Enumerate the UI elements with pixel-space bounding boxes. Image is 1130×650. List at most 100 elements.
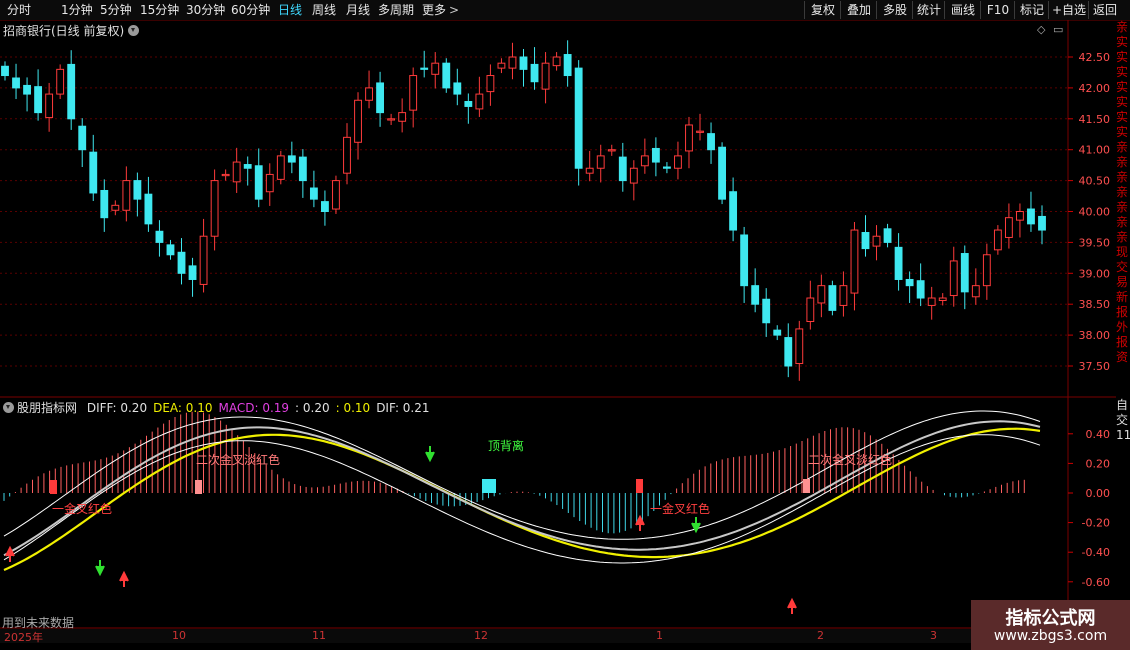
price-axis: 42.50 42.00 41.50 41.00 40.50 40.00 39.50 39.00… <box>1068 51 1110 373</box>
candle-body <box>685 124 693 152</box>
candle <box>806 280 815 330</box>
candle <box>552 52 561 71</box>
candle <box>254 148 263 208</box>
candle-body <box>332 180 340 210</box>
candle <box>828 280 837 316</box>
candle <box>144 176 153 232</box>
candle-body <box>398 112 407 122</box>
candle-body <box>640 155 649 167</box>
candle <box>618 142 627 192</box>
candle-body <box>309 187 318 200</box>
candle-body <box>662 166 671 169</box>
candle <box>1016 203 1024 238</box>
candle <box>850 222 859 311</box>
label-dif: DIF: 0.21 <box>376 401 430 415</box>
candle <box>519 48 528 87</box>
candle-body <box>188 265 197 280</box>
candle-body <box>166 244 175 256</box>
candle <box>839 271 848 317</box>
candle-body <box>298 156 307 182</box>
candle-body <box>420 67 429 70</box>
candle-body <box>519 56 528 70</box>
watermark-title: 指标公式网 <box>1005 608 1096 629</box>
candle-body <box>949 260 958 297</box>
candle-body <box>144 193 153 225</box>
candle <box>718 142 726 205</box>
candle <box>23 77 31 112</box>
label-diff: DIFF: 0.20 <box>86 401 148 415</box>
price-tick-label: 42.50 <box>1079 51 1111 64</box>
candle <box>89 134 98 201</box>
candle-body <box>365 87 373 101</box>
candle-body <box>210 180 219 237</box>
candle-body <box>784 337 793 367</box>
candle-body <box>23 84 31 95</box>
candle-body <box>122 180 131 211</box>
candle-body <box>839 285 848 306</box>
candle <box>530 47 539 90</box>
candle-body <box>762 298 771 324</box>
indicator-title[interactable]: 股朋指标网 DIFF: 0.20 DEA: 0.10 MACD: 0.19: 0.2… <box>3 399 436 416</box>
candle-body <box>475 93 484 110</box>
candle-body <box>387 118 396 121</box>
candle <box>365 70 373 109</box>
candle-body <box>155 230 164 243</box>
xaxis-label-10: 10 <box>172 629 186 642</box>
candle-body <box>321 201 329 212</box>
xaxis-label-2: 2 <box>817 629 824 642</box>
candle-body <box>254 165 263 200</box>
signal-block <box>803 479 810 493</box>
candle-body <box>1 65 9 77</box>
candle <box>905 271 914 303</box>
candle <box>155 220 164 257</box>
indicator-tick-label: 0.40 <box>1086 428 1111 441</box>
candle <box>773 325 782 341</box>
candle-body <box>585 167 594 174</box>
candle <box>321 190 329 226</box>
indicator-tick-label: -0.40 <box>1082 546 1110 559</box>
price-tick-label: 42.00 <box>1079 82 1111 95</box>
candle <box>662 162 671 174</box>
candle <box>541 52 550 104</box>
candle <box>993 225 1002 255</box>
candle <box>1027 191 1035 232</box>
candle-body <box>607 149 616 152</box>
annotation-golden-cross-2: 一金叉红色 <box>650 502 711 516</box>
candle-body <box>674 155 682 169</box>
candle-body <box>464 100 473 107</box>
candle <box>199 218 208 293</box>
candle <box>78 118 87 168</box>
candle <box>486 64 495 106</box>
candle <box>971 268 980 305</box>
candlesticks <box>1 40 1046 381</box>
candle <box>453 68 462 106</box>
candle-body <box>111 204 120 211</box>
signal-block <box>50 480 57 494</box>
candle-body <box>376 82 385 114</box>
price-tick-label: 38.50 <box>1079 298 1111 311</box>
candle <box>442 58 451 93</box>
candle <box>607 144 616 156</box>
candle-body <box>773 329 782 336</box>
price-tick-label: 39.00 <box>1079 267 1111 280</box>
indicator-dropdown-icon[interactable] <box>3 402 14 413</box>
price-tick-label: 40.50 <box>1079 175 1111 188</box>
candle <box>343 123 351 185</box>
price-tick-label: 37.50 <box>1079 360 1111 373</box>
candle-body <box>629 167 638 184</box>
candle <box>685 116 693 169</box>
candle <box>916 263 925 307</box>
candle <box>100 179 109 232</box>
candle-body <box>343 136 351 174</box>
candle <box>938 293 947 306</box>
candle-body <box>199 235 208 285</box>
candle <box>696 113 704 141</box>
candle <box>232 147 241 193</box>
candle <box>12 63 20 100</box>
sell-arrow-icon <box>691 517 701 534</box>
candle-body <box>78 125 87 151</box>
candle <box>740 226 749 303</box>
signal-block <box>482 479 496 493</box>
candle <box>387 113 396 125</box>
annotation-second-cross-2: 二次金叉淡红色 <box>808 453 893 467</box>
